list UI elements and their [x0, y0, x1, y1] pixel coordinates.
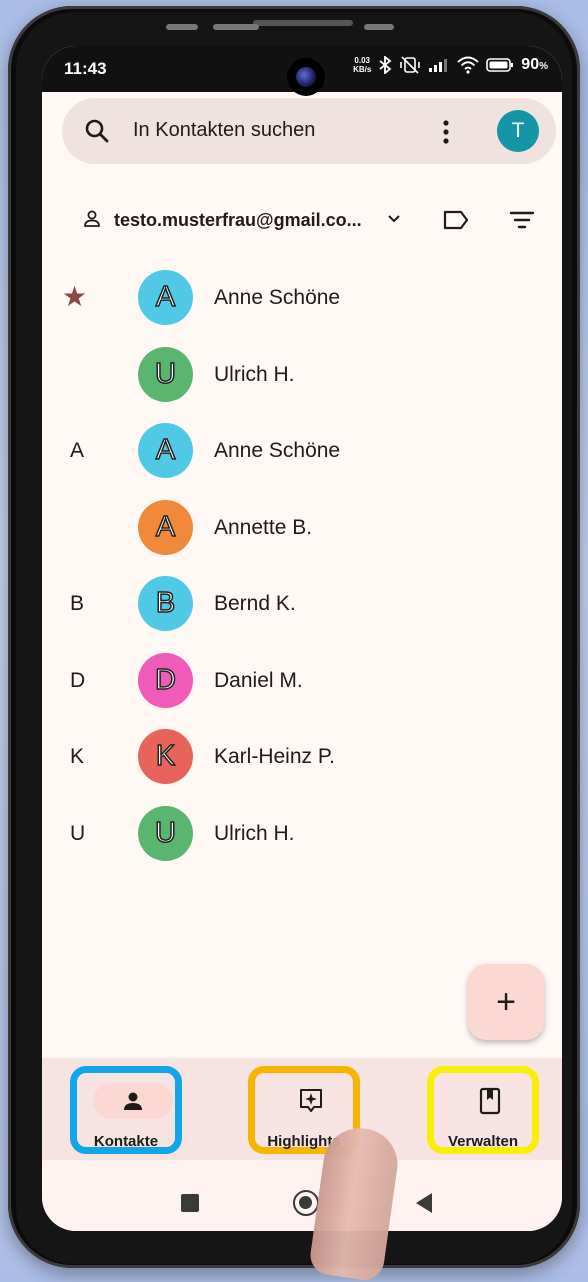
- add-contact-button[interactable]: +: [468, 964, 544, 1040]
- home-button[interactable]: [293, 1190, 319, 1216]
- account-email[interactable]: testo.musterfrau@gmail.co...: [114, 210, 362, 231]
- filter-icon[interactable]: [508, 209, 536, 231]
- account-selector[interactable]: testo.musterfrau@gmail.co...: [42, 201, 562, 241]
- contact-name[interactable]: Anne Schöne: [214, 439, 340, 463]
- camera-lens: [296, 67, 316, 87]
- section-letter: D: [70, 669, 86, 692]
- contact-row[interactable]: U U Ulrich H.: [42, 804, 562, 864]
- contact-avatar: U: [138, 347, 193, 402]
- hardware-button: [213, 24, 259, 30]
- contact-avatar: A: [138, 500, 193, 555]
- vibrate-off-icon: [400, 56, 421, 74]
- battery-value: 90: [521, 56, 540, 73]
- contact-name[interactable]: Annette B.: [214, 516, 312, 540]
- nav-highlights-pill: [271, 1083, 351, 1119]
- bluetooth-icon: [379, 56, 392, 74]
- contact-row[interactable]: U Ulrich H.: [42, 345, 562, 405]
- status-time: 11:43: [64, 59, 107, 78]
- highlights-icon: [300, 1089, 322, 1112]
- label-icon[interactable]: [442, 208, 470, 232]
- chevron-down-icon[interactable]: [386, 213, 402, 225]
- contact-row[interactable]: D D Daniel M.: [42, 651, 562, 711]
- account-avatar[interactable]: T: [497, 110, 539, 152]
- contact-avatar: B: [138, 576, 193, 631]
- contact-avatar: U: [138, 806, 193, 861]
- nav-contacts[interactable]: Kontakte: [70, 1066, 182, 1154]
- bottom-navigation: Kontakte Highlights Verwalten: [42, 1058, 562, 1160]
- wifi-icon: [457, 56, 479, 74]
- contact-row[interactable]: K K Karl-Heinz P.: [42, 727, 562, 787]
- contact-row[interactable]: ★ A Anne Schöne: [42, 268, 562, 328]
- contact-avatar: K: [138, 729, 193, 784]
- hardware-button: [166, 24, 198, 30]
- section-letter: K: [70, 745, 85, 768]
- screen: 11:43 0.03 KB/s 90% In Kontakten suchen …: [42, 46, 562, 1231]
- bookmark-book-icon: [479, 1087, 501, 1115]
- search-bar[interactable]: In Kontakten suchen T: [62, 98, 556, 164]
- net-speed-value: 0.03: [354, 56, 370, 65]
- person-icon: [124, 1092, 142, 1110]
- nav-manage-label: Verwalten: [447, 1133, 519, 1150]
- phone-frame: 11:43 0.03 KB/s 90% In Kontakten suchen …: [8, 6, 580, 1268]
- contact-avatar: A: [138, 423, 193, 478]
- section-letter: U: [70, 822, 86, 845]
- contact-row[interactable]: A A Anne Schöne: [42, 421, 562, 481]
- signal-icon: [429, 59, 448, 72]
- hardware-button: [364, 24, 394, 30]
- back-icon[interactable]: [414, 1192, 434, 1214]
- section-letter: A: [70, 439, 85, 462]
- battery-unit: %: [539, 61, 548, 72]
- contact-avatar: A: [138, 270, 193, 325]
- front-camera: [287, 58, 325, 96]
- search-input[interactable]: In Kontakten suchen: [133, 119, 315, 142]
- nav-active-indicator: [93, 1083, 173, 1119]
- system-navigation-bar: [42, 1160, 562, 1231]
- person-outline-icon: [84, 210, 100, 227]
- net-speed: 0.03 KB/s: [353, 56, 371, 74]
- nav-manage-pill: [450, 1083, 530, 1119]
- contact-row[interactable]: A Annette B.: [42, 498, 562, 558]
- contact-name[interactable]: Ulrich H.: [214, 363, 295, 387]
- star-icon: ★: [62, 281, 88, 312]
- status-icons: 0.03 KB/s 90%: [353, 56, 548, 74]
- nav-manage[interactable]: Verwalten: [427, 1066, 539, 1154]
- nav-contacts-label: Kontakte: [93, 1133, 159, 1150]
- battery-icon: [486, 58, 514, 72]
- battery-level: 90%: [521, 56, 548, 74]
- net-speed-unit: KB/s: [353, 65, 372, 74]
- home-button-dot: [299, 1196, 312, 1209]
- contact-row[interactable]: B B Bernd K.: [42, 574, 562, 634]
- contact-name[interactable]: Anne Schöne: [214, 286, 340, 310]
- contact-name[interactable]: Daniel M.: [214, 669, 303, 693]
- earpiece-speaker: [253, 20, 353, 26]
- more-vert-icon[interactable]: [442, 119, 450, 145]
- contact-name[interactable]: Bernd K.: [214, 592, 296, 616]
- search-icon[interactable]: [84, 118, 110, 144]
- contact-name[interactable]: Ulrich H.: [214, 822, 295, 846]
- contact-avatar: D: [138, 653, 193, 708]
- contact-name[interactable]: Karl-Heinz P.: [214, 745, 335, 769]
- recents-button[interactable]: [181, 1194, 199, 1212]
- section-letter: B: [70, 592, 85, 615]
